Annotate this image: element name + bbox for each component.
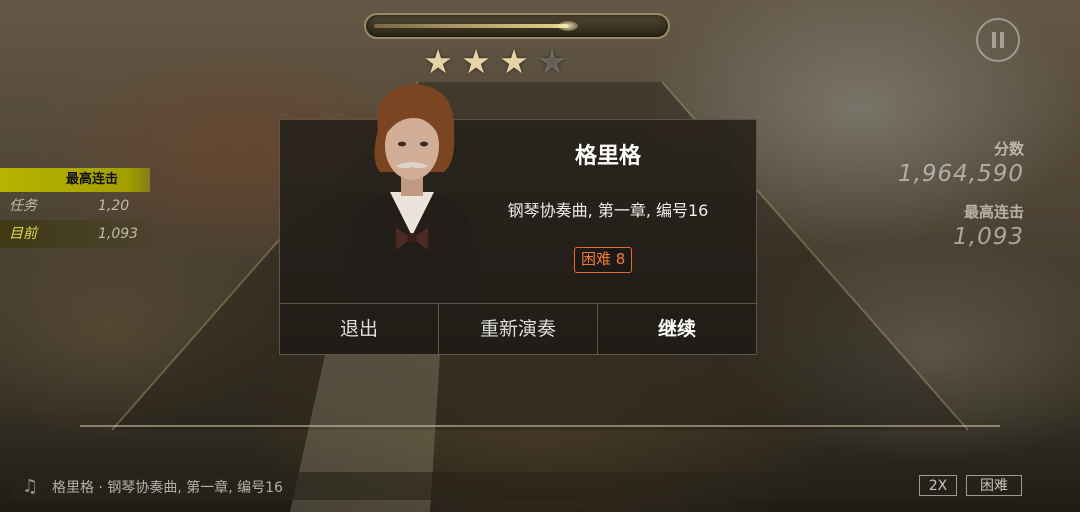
song-info-bar: ♫ 格里格 · 钢琴协奏曲, 第一章, 编号16 2X 困难 (12, 472, 1022, 500)
max-combo-label: 最高连击 (963, 203, 1024, 221)
star-rating: ★ ★ ★ ★ (420, 44, 570, 80)
mode-badge: 困难 (966, 475, 1022, 496)
combo-row-task: 任务 1,20 (0, 192, 150, 220)
piece-title: 钢琴协奏曲, 第一章, 编号16 (507, 201, 709, 220)
pause-icon[interactable] (976, 18, 1020, 62)
score-value: 1,964,590 (897, 161, 1024, 187)
progress-fill (374, 24, 568, 28)
speed-badge: 2X (919, 475, 957, 496)
difficulty-badge: 困难 8 (574, 247, 633, 273)
combo-panel-title: 最高连击 (0, 168, 150, 192)
max-combo-value: 1,093 (953, 224, 1024, 250)
song-progress-bar (364, 13, 670, 39)
combo-row-label: 目前 (9, 226, 37, 242)
star-icon: ★ (461, 42, 491, 81)
dialog-actions: 退出 重新演奏 继续 (280, 303, 756, 355)
replay-button[interactable]: 重新演奏 (438, 304, 597, 355)
music-note-icon: ♫ (22, 476, 39, 497)
continue-button[interactable]: 继续 (597, 304, 756, 355)
combo-panel: 最高连击 任务 1,20 目前 1,093 (0, 168, 150, 248)
combo-row-value: 1,093 (98, 226, 139, 242)
combo-row-label: 任务 (9, 198, 37, 214)
exit-button[interactable]: 退出 (280, 304, 438, 355)
star-icon: ★ (499, 42, 529, 81)
progress-marker (558, 21, 578, 31)
score-panel: 分数 1,964,590 最高连击 1,093 (898, 138, 1024, 250)
combo-row-value: 1,20 (98, 198, 130, 214)
score-label: 分数 (993, 140, 1024, 158)
composer-name: 格里格 (574, 144, 641, 169)
star-icon: ★ (423, 42, 453, 81)
star-icon: ★ (537, 42, 567, 81)
combo-row-current: 目前 1,093 (0, 220, 150, 248)
song-info-text: 格里格 · 钢琴协奏曲, 第一章, 编号16 (52, 480, 283, 496)
composer-portrait (344, 80, 480, 308)
game-screen: ★ ★ ★ ★ 最高连击 任务 1,20 目前 1,093 分数 1,964,590 … (0, 0, 1080, 512)
